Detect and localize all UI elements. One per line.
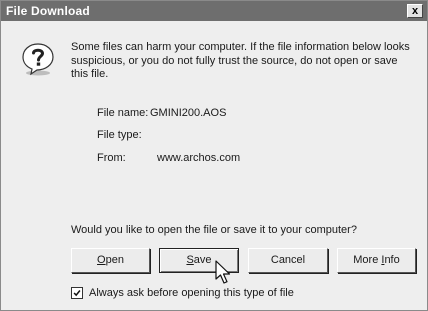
warning-message: Some files can harm your computer. If th… bbox=[71, 41, 410, 80]
file-name-value: GMINI200.AOS bbox=[150, 107, 227, 119]
from-row: From: www.archos.com bbox=[97, 152, 397, 166]
open-button-mnemonic: O bbox=[97, 254, 106, 266]
cancel-button-label: Cancel bbox=[270, 254, 306, 266]
save-button-mnemonic: S bbox=[186, 254, 194, 266]
from-label: From: bbox=[97, 152, 126, 164]
more-info-label-post: nfo bbox=[384, 254, 400, 266]
open-button[interactable]: Open bbox=[71, 248, 150, 273]
close-button[interactable]: x bbox=[407, 4, 423, 18]
close-icon: x bbox=[411, 5, 419, 17]
title-bar[interactable]: File Download x bbox=[1, 1, 427, 21]
file-type-label: File type: bbox=[97, 129, 142, 141]
file-download-dialog: File Download x Some files can harm your… bbox=[0, 0, 428, 311]
open-button-label: pen bbox=[105, 254, 124, 266]
cancel-button[interactable]: Cancel bbox=[248, 248, 328, 273]
more-info-label-pre: More bbox=[353, 254, 382, 266]
always-ask-label: Always ask before opening this type of f… bbox=[89, 287, 294, 299]
file-type-row: File type: bbox=[97, 129, 397, 143]
from-value: www.archos.com bbox=[157, 152, 241, 164]
save-button-label: ave bbox=[193, 254, 212, 266]
question-icon bbox=[22, 43, 54, 76]
window-title: File Download bbox=[6, 4, 90, 18]
more-info-button[interactable]: More Info bbox=[337, 248, 416, 273]
always-ask-checkbox[interactable] bbox=[71, 287, 83, 299]
file-name-row: File name: GMINI200.AOS bbox=[97, 107, 397, 121]
download-question: Would you like to open the file or save … bbox=[71, 224, 357, 236]
file-name-label: File name: bbox=[97, 107, 149, 119]
mouse-pointer-icon bbox=[215, 260, 231, 284]
